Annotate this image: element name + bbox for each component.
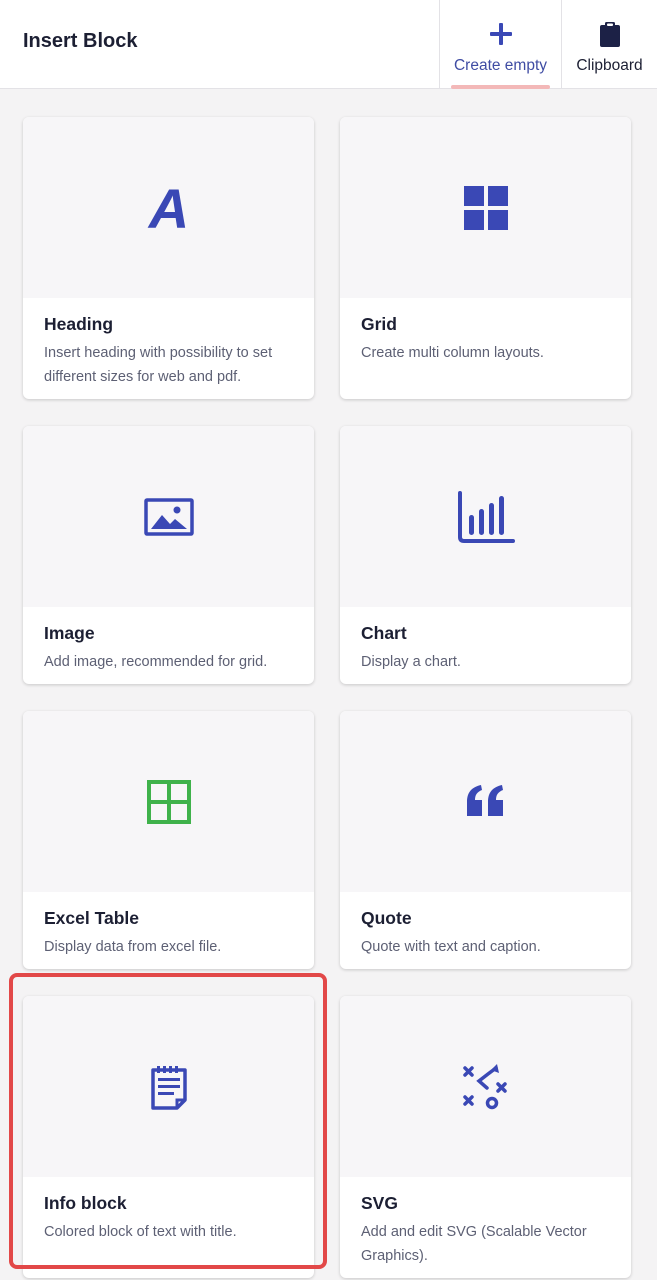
card-title: SVG [361,1193,398,1213]
card-preview [23,996,314,1177]
card-preview [340,996,631,1177]
block-card-quote[interactable]: Quote Quote with text and caption. [340,711,631,969]
block-card-image[interactable]: Image Add image, recommended for grid. [23,426,314,684]
image-icon [143,497,194,536]
card-preview: A [23,117,314,298]
grid-icon [463,185,508,230]
card-description: Create multi column layouts. [361,345,544,361]
tab-create-empty-label: Create empty [453,57,548,74]
card-preview [23,711,314,892]
bar-chart-icon [457,490,515,543]
card-preview [340,426,631,607]
card-title: Image [44,623,95,643]
card-preview [340,711,631,892]
tab-clipboard-label: Clipboard [576,57,643,74]
card-description: Add image, recommended for grid. [44,654,268,670]
block-card-excel-table[interactable]: Excel Table Display data from excel file… [23,711,314,969]
strategy-icon [462,1063,507,1109]
block-card-grid[interactable]: Grid Create multi column layouts. [340,117,631,399]
card-title: Heading [44,314,114,334]
card-title: Quote [361,908,412,928]
card-title: Grid [361,314,397,334]
card-title: Info block [44,1193,127,1213]
card-description: Insert heading with possibility to set d… [44,345,273,385]
quote-icon [466,784,503,816]
table-icon [146,779,191,824]
svg-text:A: A [146,183,188,233]
header: Insert Block Create empty Clipboard [0,0,657,89]
card-preview [23,426,314,607]
card-title: Chart [361,623,407,643]
heading-letter-a-icon: A [146,183,188,233]
page-title: Insert Block [23,30,138,52]
card-description: Display data from excel file. [44,939,222,955]
card-description: Add and edit SVG (Scalable Vector Graphi… [361,1224,587,1264]
card-description: Display a chart. [361,654,461,670]
block-card-info-block[interactable]: Info block Colored block of text with ti… [23,996,314,1278]
card-description: Quote with text and caption. [361,939,541,955]
block-card-svg[interactable]: SVG Add and edit SVG (Scalable Vector Gr… [340,996,631,1278]
active-tab-indicator [451,85,550,89]
plus-icon [489,23,512,45]
notepad-icon [150,1065,187,1110]
clipboard-icon [599,22,620,47]
tab-create-empty[interactable]: Create empty [439,0,561,89]
card-preview [340,117,631,298]
tab-clipboard[interactable]: Clipboard [561,0,657,89]
card-description: Colored block of text with title. [44,1224,237,1240]
block-card-heading[interactable]: A Heading Insert heading with possibilit… [23,117,314,399]
block-card-chart[interactable]: Chart Display a chart. [340,426,631,684]
card-title: Excel Table [44,908,140,928]
